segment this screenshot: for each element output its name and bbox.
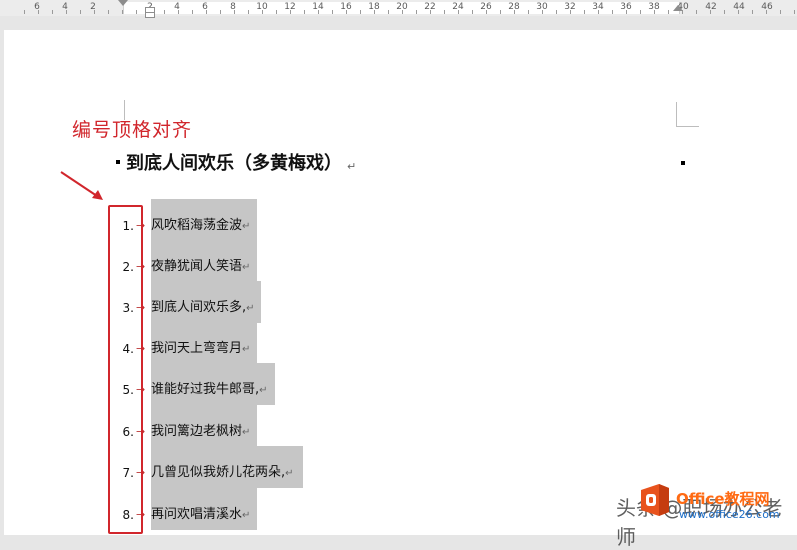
left-indent-marker[interactable] <box>145 12 155 18</box>
ruler-tick <box>122 10 123 14</box>
ruler-tick <box>598 10 599 14</box>
ruler-tick <box>626 10 627 14</box>
ruler-label: 44 <box>733 2 745 12</box>
ruler-tick <box>206 10 207 14</box>
ruler-tick <box>584 10 585 14</box>
ruler-tick <box>66 10 67 14</box>
heading-row[interactable]: 到底人间欢乐（多黄梅戏） ↵ <box>116 149 356 175</box>
ruler-tick <box>640 10 641 14</box>
ruler-label: 46 <box>761 2 773 12</box>
ruler-tick <box>514 10 515 14</box>
ruler-label: 6 <box>202 2 208 12</box>
ruler-tick <box>332 10 333 14</box>
watermark-brand: Office教程网 <box>676 490 770 508</box>
ruler-tick <box>654 10 655 14</box>
heading-title: 到底人间欢乐（多黄梅戏） <box>126 153 342 174</box>
red-arrow-icon <box>60 171 103 200</box>
office-logo-icon <box>641 484 669 516</box>
ruler-tick <box>738 10 739 14</box>
paragraph-mark-icon: ↵ <box>347 159 357 173</box>
ruler-tick <box>234 10 235 14</box>
ruler-tick <box>780 10 781 14</box>
ruler-tick <box>192 10 193 14</box>
watermark-url: www.office26.com <box>679 508 780 521</box>
numbering-highlight-box <box>108 205 143 534</box>
ruler-tick <box>164 10 165 14</box>
ruler-tick <box>262 10 263 14</box>
paragraph-mark-icon: ↵ <box>259 385 268 396</box>
ruler-tick <box>612 10 613 14</box>
ruler-tick <box>52 10 53 14</box>
ruler-tick <box>388 10 389 14</box>
ruler-tick <box>108 10 109 14</box>
ruler-tick <box>500 10 501 14</box>
ruler-tick <box>318 10 319 14</box>
ruler-tick <box>668 10 669 14</box>
ruler-label: 6 <box>34 2 40 12</box>
paragraph-mark-icon: ↵ <box>242 510 251 521</box>
ruler-tick <box>38 10 39 14</box>
ruler-tick <box>94 10 95 14</box>
ruler-tick <box>304 10 305 14</box>
ruler-tick <box>444 10 445 14</box>
right-bullet-icon <box>681 161 685 165</box>
margin-corner-right <box>676 102 699 127</box>
document-page[interactable]: 编号顶格对齐 到底人间欢乐（多黄梅戏） ↵ 1. → 风吹稻海荡金波↵ 2. → 夜静犹闻… <box>4 30 797 549</box>
ruler-label: 42 <box>705 2 717 12</box>
ruler-tick <box>430 10 431 14</box>
ruler-tick <box>766 10 767 14</box>
ruler-tick <box>374 10 375 14</box>
ruler-tick <box>472 10 473 14</box>
ruler-tick <box>402 10 403 14</box>
ruler-tick <box>178 10 179 14</box>
ruler-tick <box>136 10 137 14</box>
paragraph-mark-icon: ↵ <box>242 344 251 355</box>
first-line-indent-marker[interactable] <box>118 0 128 6</box>
ruler-tick <box>542 10 543 14</box>
ruler-label: 4 <box>62 2 68 12</box>
right-indent-marker[interactable] <box>673 5 683 11</box>
ruler-tick <box>570 10 571 14</box>
heading-bullet-icon <box>116 160 120 164</box>
horizontal-ruler[interactable]: 6422468101214161820222426283032343638404… <box>0 0 797 18</box>
ruler-tick <box>458 10 459 14</box>
ruler-label: 4 <box>174 2 180 12</box>
annotation-label: 编号顶格对齐 <box>72 119 193 141</box>
paragraph-mark-icon: ↵ <box>242 427 251 438</box>
ruler-tick <box>248 10 249 14</box>
ruler-label: 8 <box>230 2 236 12</box>
ruler-label: 2 <box>90 2 96 12</box>
ruler-tick <box>710 10 711 14</box>
ruler-tick <box>360 10 361 14</box>
paragraph-mark-icon: ↵ <box>285 468 294 479</box>
ruler-tick <box>752 10 753 14</box>
paragraph-mark-icon: ↵ <box>242 221 251 232</box>
ruler-tick <box>290 10 291 14</box>
ruler-tick <box>24 10 25 14</box>
ruler-tick <box>276 10 277 14</box>
ruler-tick <box>724 10 725 14</box>
ruler-tick <box>346 10 347 14</box>
paragraph-mark-icon: ↵ <box>246 303 255 314</box>
ruler-tick <box>528 10 529 14</box>
paragraph-mark-icon: ↵ <box>242 262 251 273</box>
ruler-tick <box>220 10 221 14</box>
ruler-tick <box>416 10 417 14</box>
ruler-tick <box>486 10 487 14</box>
list-text: 再问欢唱清溪水↵ <box>151 507 251 522</box>
ruler-tick <box>696 10 697 14</box>
ruler-tick <box>80 10 81 14</box>
ruler-tick <box>556 10 557 14</box>
ruler-tick <box>794 10 795 14</box>
